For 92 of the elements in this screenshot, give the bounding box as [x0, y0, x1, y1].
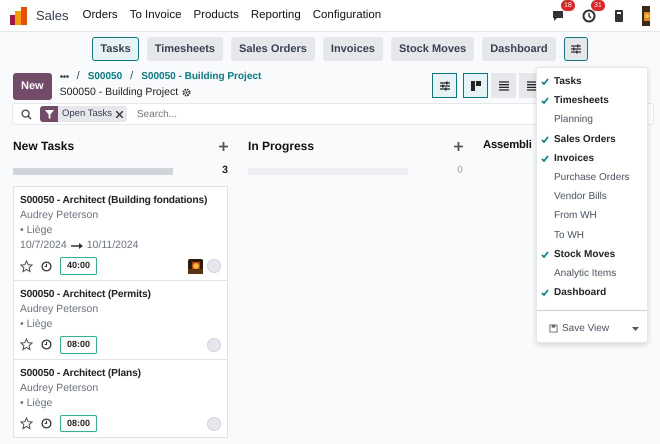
column-count: 3 [222, 163, 228, 178]
location-tag: • Liège [20, 223, 221, 238]
plus-icon [454, 142, 463, 151]
check-icon [541, 154, 549, 162]
page-title: S00050 - Building Project [60, 84, 178, 100]
dropdown-item[interactable]: To WH [537, 226, 647, 245]
column-settings-button[interactable] [564, 37, 588, 61]
star-icon[interactable] [20, 417, 33, 430]
check-icon [541, 289, 549, 296]
task-card[interactable]: S00050 - Architect (Plans) Audrey Peterson • Liège 08:00 [13, 358, 228, 438]
save-icon [549, 324, 558, 334]
menu-item[interactable]: Orders [76, 6, 124, 24]
column-title: Assembli [483, 138, 532, 154]
separator: / [130, 69, 134, 84]
date-text: 10/11/2024 [86, 238, 138, 254]
clock-icon[interactable] [41, 418, 52, 430]
arrow-icon [70, 242, 83, 249]
assignee-name: Audrey Peterson [20, 302, 100, 318]
menu-item[interactable]: Reporting [244, 6, 307, 24]
status-dot[interactable] [207, 338, 221, 352]
dropdown-item[interactable]: Stock Moves [537, 244, 647, 264]
smart-button[interactable]: Invoices [322, 37, 383, 61]
date-text: 10/7/2024 [20, 238, 67, 254]
location-tag: • Liège [20, 317, 221, 332]
settings-view-button[interactable] [432, 73, 457, 98]
new-button[interactable]: New [13, 73, 52, 100]
remove-icon[interactable] [116, 110, 123, 118]
filter-facet[interactable]: Open Tasks [40, 106, 127, 122]
smart-button[interactable]: Stock Moves [390, 37, 474, 61]
kanban-view-button[interactable] [463, 73, 488, 98]
clock-icon[interactable] [582, 8, 596, 22]
check-icon [541, 136, 549, 143]
menu-item[interactable]: To Invoice [124, 6, 188, 24]
status-dot[interactable] [207, 259, 221, 274]
filter-icon [44, 110, 54, 119]
dropdown-item[interactable]: Dashboard [537, 283, 647, 302]
task-card[interactable]: S00050 - Architect (Building fondations) Audrey Peterson • Liège 10/7/2024 10/11/2024 40:00 [13, 186, 228, 281]
filter-label: Open Tasks [61, 107, 113, 122]
sliders-icon [438, 80, 450, 92]
smart-button[interactable]: Sales Orders [231, 37, 315, 61]
card-title: S00050 - Architect (Building fondations) [20, 194, 208, 208]
ellipsis-icon[interactable] [60, 74, 69, 78]
breadcrumb-link[interactable]: S00050 [88, 68, 122, 84]
phone-icon[interactable] [612, 8, 626, 22]
save-view-button[interactable]: Save View [537, 319, 647, 338]
smart-button[interactable]: Timesheets [146, 37, 224, 61]
hours-field[interactable]: 08:00 [60, 336, 98, 354]
status-dot[interactable] [207, 416, 221, 431]
kanban-icon [470, 80, 482, 92]
card-title: S00050 - Architect (Plans) [20, 366, 142, 381]
assignee-name: Audrey Peterson [20, 208, 100, 224]
dropdown-item[interactable]: Analytic Items [537, 264, 647, 284]
search-input[interactable]: Search... [135, 106, 335, 123]
star-icon[interactable] [20, 338, 33, 352]
separator: / [76, 69, 80, 84]
assignee-name: Audrey Peterson [20, 380, 100, 396]
list-icon [498, 80, 510, 92]
check-icon [541, 97, 549, 104]
clock-icon[interactable] [41, 260, 52, 272]
plus-icon [219, 142, 228, 151]
hours-field[interactable]: 40:00 [60, 257, 98, 275]
caret-icon [632, 326, 639, 331]
hours-field[interactable]: 08:00 [60, 414, 98, 432]
app-name[interactable]: Sales [36, 6, 69, 26]
menu-item[interactable]: Configuration [306, 6, 388, 24]
column-title: In Progress [248, 138, 314, 156]
list-view-button[interactable] [491, 73, 516, 98]
breadcrumb-link[interactable]: S00050 - Building Project [141, 68, 262, 84]
clock-icon[interactable] [41, 339, 52, 350]
list-icon [526, 80, 538, 92]
location-tag: • Liège [20, 396, 221, 411]
star-icon[interactable] [20, 260, 33, 273]
column-count: 0 [457, 163, 463, 178]
app-logo-icon[interactable] [10, 6, 28, 24]
smart-button[interactable]: Dashboard [482, 37, 556, 61]
check-icon [541, 78, 549, 85]
chat-icon[interactable] [552, 8, 566, 22]
smart-button[interactable]: Tasks [92, 37, 139, 61]
dropdown-item[interactable]: Vendor Bills [537, 187, 647, 206]
sliders-icon [570, 44, 581, 54]
column-title: New Tasks [13, 138, 74, 156]
card-title: S00050 - Architect (Permits) [20, 288, 152, 302]
task-card[interactable]: S00050 - Architect (Permits) Audrey Peterson • Liège 08:00 [13, 280, 228, 360]
dropdown-item[interactable]: From WH [537, 206, 647, 226]
dropdown-item[interactable]: Tasks [537, 72, 647, 92]
search-icon [21, 108, 32, 120]
dropdown-item[interactable]: Purchase Orders [537, 168, 647, 188]
menu-item[interactable]: Products [187, 6, 245, 24]
check-icon [541, 250, 549, 258]
dropdown-item[interactable]: Invoices [537, 148, 647, 168]
dropdown-item[interactable]: Sales Orders [537, 130, 647, 149]
settings-icon[interactable] [182, 88, 192, 97]
